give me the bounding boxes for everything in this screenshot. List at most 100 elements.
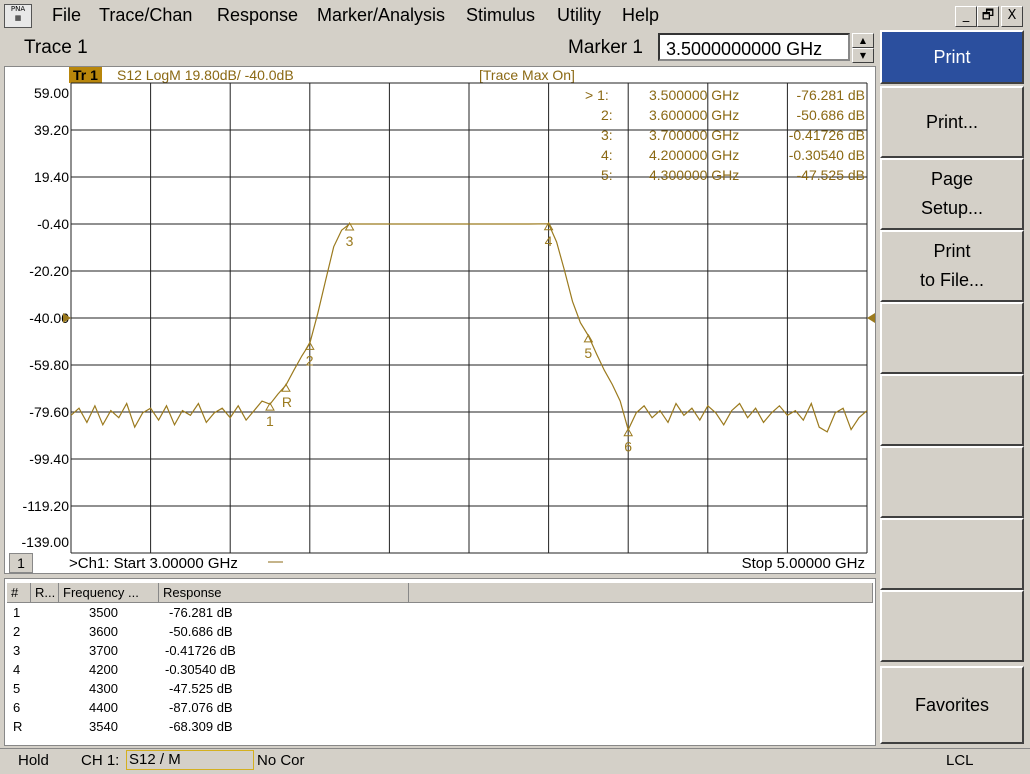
table-cell-id: 1 [13, 605, 21, 620]
table-cell-resp: -47.525 dB [169, 681, 233, 696]
page-setup-softkey[interactable]: Page Setup... [880, 158, 1024, 230]
print-softkey[interactable]: Print [880, 30, 1024, 84]
table-cell-resp: -50.686 dB [169, 624, 233, 639]
marker-readout-id: 5: [601, 167, 613, 183]
marker-readout-freq: 3.600000 GHz [649, 107, 740, 123]
marker-1-label: 1 [266, 413, 274, 429]
channel-status: CH 1: [81, 752, 120, 769]
print-dialog-softkey[interactable]: Print... [880, 86, 1024, 158]
marker-3-label: 3 [346, 233, 354, 249]
app-icon[interactable]: PNA ▦ [4, 4, 32, 28]
marker-readout-value: -47.525 dB [796, 167, 866, 183]
marker-5-label: 5 [584, 345, 592, 361]
table-cell-freq: 3600 [89, 624, 118, 639]
table-cell-freq: 4400 [89, 700, 118, 715]
table-header-response[interactable]: Response [159, 583, 409, 603]
favorites-softkey[interactable]: Favorites [880, 666, 1024, 744]
favorites-label: Favorites [914, 694, 990, 715]
menu-utility[interactable]: Utility [557, 5, 601, 26]
blank-softkey[interactable] [880, 302, 1024, 374]
table-header-frequency[interactable]: Frequency ... [59, 583, 159, 603]
table-cell-resp: -76.281 dB [169, 605, 233, 620]
table-cell-resp: -68.309 dB [169, 719, 233, 734]
marker-readout-id: 4: [601, 147, 613, 163]
trace-label: Trace 1 [24, 37, 88, 58]
marker-4-label: 4 [545, 233, 553, 249]
marker-readout-id: 3: [601, 127, 613, 143]
table-cell-resp: -0.41726 dB [165, 643, 236, 658]
spin-down-icon[interactable]: ▼ [852, 48, 874, 63]
blank-softkey[interactable] [880, 446, 1024, 518]
stop-frequency[interactable]: Stop 5.00000 GHz [742, 555, 865, 572]
spin-up-icon[interactable]: ▲ [852, 33, 874, 48]
marker-readout-id: 2: [601, 107, 613, 123]
trace-toolbar: Trace 1 Marker 1 3.5000000000 GHz ▲ ▼ [4, 30, 876, 66]
print-dialog-label: Print... [925, 111, 978, 132]
blank-softkey[interactable] [880, 518, 1024, 590]
table-cell-freq: 3540 [89, 719, 118, 734]
marker-readout-value: -50.686 dB [796, 107, 866, 123]
table-cell-id: 2 [13, 624, 21, 639]
table-header-index[interactable]: # [7, 583, 31, 603]
print-to-file-softkey[interactable]: Print to File... [880, 230, 1024, 302]
menu-trace-chan[interactable]: Trace/Chan [99, 5, 192, 26]
menu-help[interactable]: Help [622, 5, 659, 26]
page-setup-label-line1: Page [930, 169, 974, 189]
restore-button[interactable]: 🗗 [977, 6, 999, 27]
menu-response[interactable]: Response [217, 5, 298, 26]
table-cell-freq: 4200 [89, 662, 118, 677]
status-bar: Hold CH 1: S12 / M No Cor LCL [0, 748, 1030, 774]
print-label: Print [933, 46, 971, 67]
trace-legend-line-icon: — [268, 553, 283, 570]
marker-readout-id: > 1: [585, 87, 609, 103]
softkey-panel: Print Print... Page Setup... Print to Fi… [878, 30, 1030, 746]
measurement-status[interactable]: S12 / M [126, 750, 254, 770]
table-cell-id: R [13, 719, 23, 734]
table-cell-id: 3 [13, 643, 21, 658]
marker-2-label: 2 [306, 352, 314, 368]
marker-frequency-input[interactable]: 3.5000000000 GHz [658, 33, 850, 61]
menu-file[interactable]: File [52, 5, 81, 26]
menu-stimulus[interactable]: Stimulus [466, 5, 535, 26]
marker-spin: ▲ ▼ [852, 33, 874, 63]
menu-bar: PNA ▦ File Trace/Chan Response Marker/Ana… [0, 0, 1030, 30]
minimize-button[interactable]: _ [955, 6, 977, 27]
blank-softkey[interactable] [880, 590, 1024, 662]
table-cell-freq: 3500 [89, 605, 118, 620]
marker-readout-value: -0.41726 dB [788, 127, 865, 143]
table-cell-freq: 4300 [89, 681, 118, 696]
table-cell-freq: 3700 [89, 643, 118, 658]
table-cell-resp: -0.30540 dB [165, 662, 236, 677]
plot-panel: Tr 1 S12 LogM 19.80dB/ -40.0dB [Trace Ma… [4, 66, 876, 574]
menu-marker-analysis[interactable]: Marker/Analysis [317, 5, 445, 26]
table-cell-resp: -87.076 dB [169, 700, 233, 715]
hold-status[interactable]: Hold [18, 752, 49, 769]
marker-readout-value: -76.281 dB [796, 87, 866, 103]
marker-readout-freq: 3.500000 GHz [649, 87, 740, 103]
marker-6-label: 6 [624, 439, 632, 455]
marker-readout-freq: 4.300000 GHz [649, 167, 740, 183]
print-to-file-label-line1: Print [933, 241, 971, 261]
reference-level-right-icon [867, 313, 875, 323]
marker-readout-freq: 3.700000 GHz [649, 127, 740, 143]
blank-softkey[interactable] [880, 374, 1024, 446]
table-header-empty [409, 583, 873, 603]
marker-readout: > 1: 3.500000 GHz -76.281 dB 2: 3.600000… [579, 83, 869, 183]
correction-status[interactable]: No Cor [257, 752, 305, 769]
start-frequency[interactable]: >Ch1: Start 3.00000 GHz [69, 555, 238, 572]
table-cell-id: 6 [13, 700, 21, 715]
marker-readout-freq: 4.200000 GHz [649, 147, 740, 163]
close-button[interactable]: X [1001, 6, 1023, 27]
lcl-status: LCL [946, 752, 974, 769]
reference-level-left-icon [63, 313, 71, 323]
marker-label: Marker 1 [568, 37, 643, 58]
table-header-ref[interactable]: R... [31, 583, 59, 603]
channel-number[interactable]: 1 [9, 553, 33, 573]
table-cell-id: 4 [13, 662, 21, 677]
table-cell-id: 5 [13, 681, 21, 696]
marker-readout-value: -0.30540 dB [788, 147, 865, 163]
marker-table: # R... Frequency ... Response 1 3500 -76… [4, 578, 876, 746]
page-setup-label-line2: Setup... [920, 198, 984, 218]
marker-R-label: R [282, 394, 292, 410]
print-to-file-label-line2: to File... [919, 270, 985, 290]
